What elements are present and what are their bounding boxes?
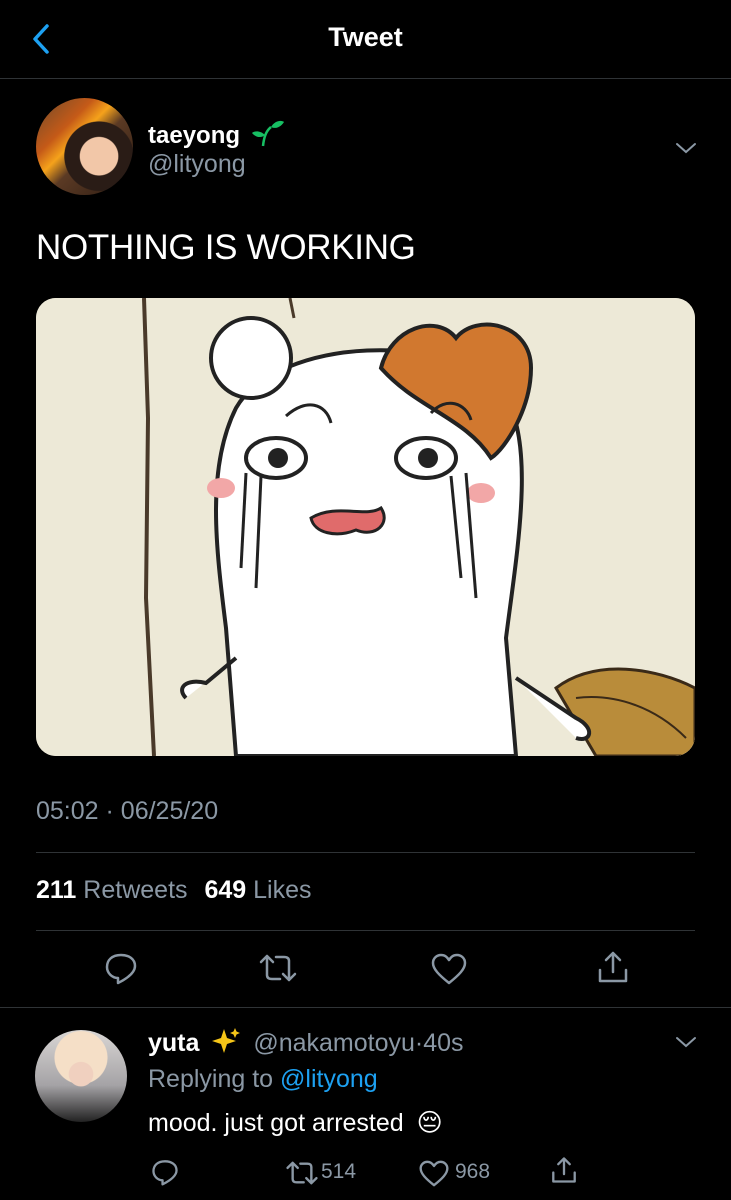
chevron-down-icon: [676, 1037, 696, 1048]
retweet-icon: [259, 954, 297, 982]
retweets-label: Retweets: [83, 876, 188, 904]
crying-hamster-illustration: [36, 298, 695, 756]
like-count: 649: [204, 876, 247, 904]
tweet-timestamp: 05:02 · 06/25/20: [36, 797, 218, 826]
replying-to-prefix: Replying to: [148, 1065, 274, 1093]
reply-header: yuta @nakamotoyu·40s: [148, 1027, 464, 1058]
retweets-stat[interactable]: 211 Retweets: [36, 876, 188, 904]
reply-like-count: 968: [455, 1160, 491, 1183]
reply-reply-button[interactable]: [151, 1158, 179, 1186]
reply-more-options-button[interactable]: [674, 1034, 698, 1050]
share-icon: [598, 951, 628, 983]
reply-time: 40s: [423, 1029, 464, 1057]
share-icon: [552, 1157, 576, 1183]
tweet-stats: 211 Retweets 649 Likes: [36, 876, 312, 905]
reply-text: mood. just got arrested 😔: [148, 1108, 443, 1138]
more-options-button[interactable]: [674, 140, 698, 156]
reply-like-button[interactable]: [419, 1160, 449, 1187]
replying-to-handle-link[interactable]: @lityong: [280, 1065, 378, 1093]
likes-label: Likes: [253, 876, 312, 904]
chevron-down-icon: [676, 143, 696, 154]
reply-author-name[interactable]: yuta: [148, 1029, 199, 1057]
reply-avatar[interactable]: [35, 1030, 127, 1122]
reply-button[interactable]: [104, 951, 138, 985]
author-name-row[interactable]: taeyong: [148, 117, 285, 150]
reply-retweet-button[interactable]: [285, 1160, 319, 1186]
heart-icon: [419, 1160, 449, 1187]
speech-bubble-icon: [152, 1160, 178, 1186]
tweet-text: NOTHING IS WORKING: [36, 228, 416, 267]
likes-stat[interactable]: 649 Likes: [204, 876, 311, 904]
divider: [36, 930, 695, 931]
divider: [36, 852, 695, 853]
reply-separator: ·: [414, 1029, 424, 1057]
top-bar: Tweet: [0, 0, 731, 79]
reply-author-handle[interactable]: @nakamotoyu: [253, 1029, 415, 1057]
sparkles-icon: [212, 1028, 241, 1053]
divider: [0, 1007, 731, 1008]
sprout-icon: [251, 120, 284, 147]
speech-bubble-icon: [105, 953, 137, 985]
avatar[interactable]: [36, 98, 133, 195]
tweet-time: 05:02: [36, 797, 99, 825]
tweet-image[interactable]: [36, 298, 695, 756]
reply-body: mood. just got arrested: [148, 1109, 404, 1137]
retweet-button[interactable]: [258, 953, 298, 983]
like-button[interactable]: [431, 953, 467, 985]
author-handle[interactable]: @lityong: [148, 150, 246, 179]
tweet-date: 06/25/20: [120, 797, 219, 825]
author-name: taeyong: [148, 122, 241, 149]
reply-retweet-count: 514: [321, 1160, 357, 1183]
replying-to: Replying to @lityong: [148, 1065, 378, 1094]
retweet-count: 211: [36, 876, 77, 904]
share-button[interactable]: [596, 950, 630, 984]
page-title: Tweet: [328, 22, 403, 52]
heart-icon: [431, 953, 467, 985]
reply-share-button[interactable]: [550, 1156, 578, 1184]
retweet-icon: [286, 1161, 318, 1185]
pensive-face-emoji: 😔: [416, 1109, 443, 1137]
timestamp-separator: ·: [105, 797, 114, 825]
